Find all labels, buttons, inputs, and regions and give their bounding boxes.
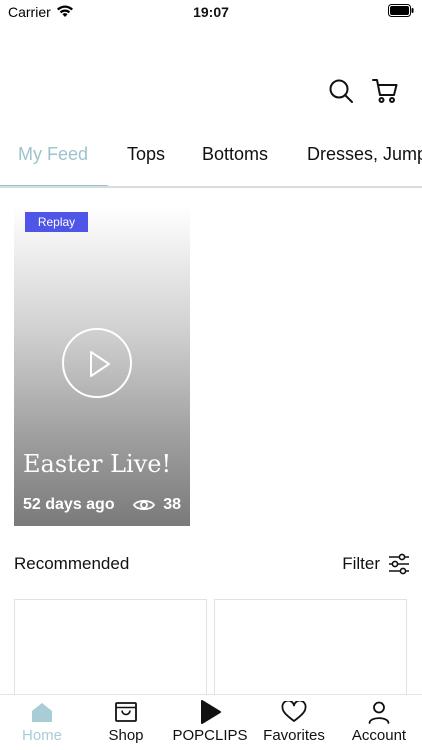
status-bar: Carrier 19:07 <box>0 0 422 24</box>
play-icon <box>90 351 110 377</box>
tab-my-feed[interactable]: My Feed <box>18 144 88 165</box>
tabbar-popclips-label: POPCLIPS <box>172 727 248 744</box>
posted-time: 52 days ago <box>23 496 115 513</box>
heart-icon <box>281 701 307 722</box>
tabbar-home[interactable]: Home <box>0 699 84 744</box>
tab-tops[interactable]: Tops <box>127 144 165 165</box>
replay-badge: Replay <box>25 212 88 232</box>
tabbar-shop[interactable]: Shop <box>84 699 168 744</box>
cart-button[interactable] <box>370 76 400 106</box>
recommended-card[interactable] <box>14 599 207 709</box>
section-title: Recommended <box>14 554 130 573</box>
sliders-icon <box>389 553 409 575</box>
search-icon <box>329 79 353 103</box>
tab-bottoms[interactable]: Bottoms <box>202 144 268 165</box>
active-tab-indicator <box>0 185 108 186</box>
shop-icon <box>115 702 137 722</box>
battery-icon <box>388 4 414 17</box>
filter-label: Filter <box>342 554 380 573</box>
tabbar-favorites-label: Favorites <box>263 727 325 744</box>
view-count: 38 <box>163 496 181 513</box>
card-meta: 52 days ago 38 <box>23 496 181 514</box>
play-button[interactable] <box>62 328 132 398</box>
live-replay-card[interactable]: Replay Easter Live! 52 days ago 38 <box>14 206 190 526</box>
tabbar-favorites[interactable]: Favorites <box>252 699 336 744</box>
category-tabs: My Feed Tops Bottoms Dresses, Jump <box>0 132 422 188</box>
tabbar-account-label: Account <box>351 727 407 744</box>
clock: 19:07 <box>193 4 229 20</box>
tabbar-home-label: Home <box>21 727 62 744</box>
tabbar-shop-label: Shop <box>108 727 144 744</box>
tabbar-account[interactable]: Account <box>337 699 421 744</box>
tabbar-popclips[interactable]: POPCLIPS <box>168 699 252 744</box>
eye-icon <box>133 499 156 511</box>
filter-button[interactable]: Filter <box>342 553 410 575</box>
home-icon <box>32 703 52 722</box>
search-button[interactable] <box>326 76 356 106</box>
tab-dresses-jumpsuits[interactable]: Dresses, Jump <box>307 144 422 165</box>
recommended-header: Recommended Filter <box>14 552 410 576</box>
recommended-card[interactable] <box>214 599 407 709</box>
card-title: Easter Live! <box>23 450 172 478</box>
play-icon <box>201 700 221 724</box>
header-actions <box>326 76 400 106</box>
account-icon <box>368 701 390 724</box>
cart-icon <box>372 79 398 103</box>
bottom-tab-bar: Home Shop POPCLIPS Favorites Account <box>0 694 422 750</box>
